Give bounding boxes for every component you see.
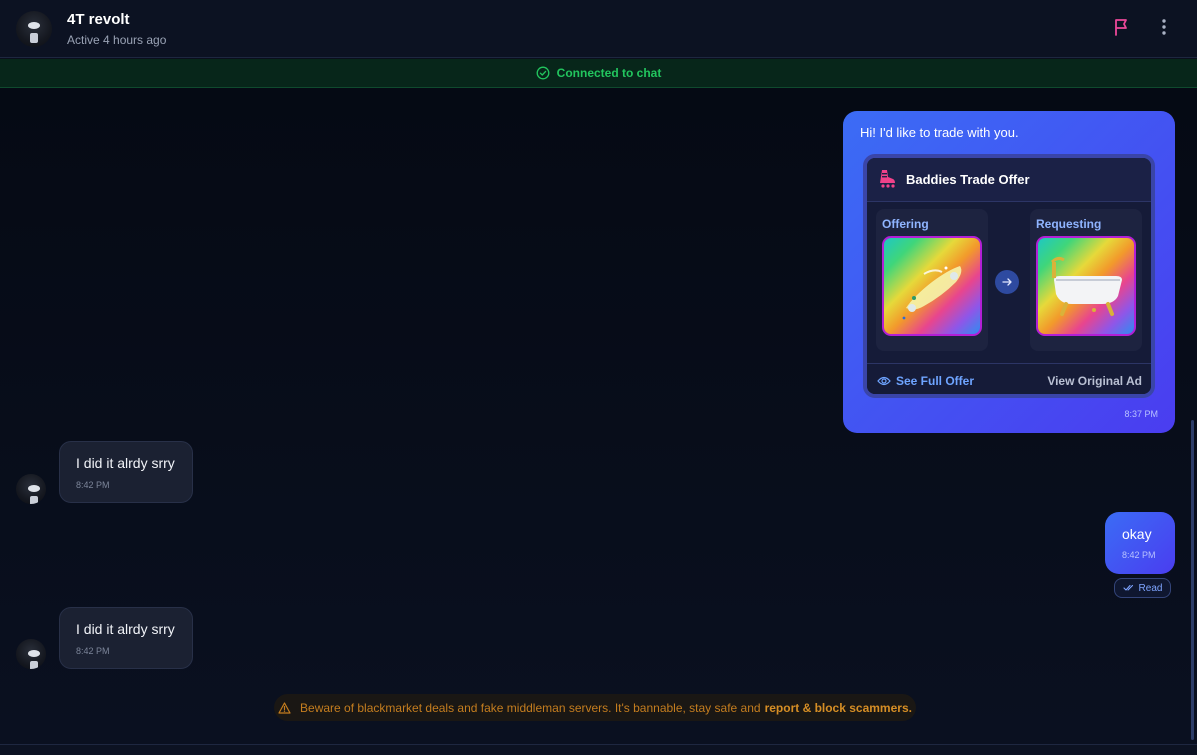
offering-panel: Offering	[876, 209, 988, 351]
trade-offer-footer: See Full Offer View Original Ad	[867, 363, 1151, 394]
message-time: 8:42 PM	[1122, 550, 1156, 560]
chat-header: 4T revolt Active 4 hours ago	[0, 0, 1197, 58]
view-original-ad-link[interactable]: View Original Ad	[1047, 374, 1142, 388]
trade-offer-title: Baddies Trade Offer	[906, 172, 1030, 187]
more-options-button[interactable]	[1154, 17, 1174, 37]
message-bubble-incoming: I did it alrdy srry 8:42 PM	[59, 607, 193, 669]
report-flag-button[interactable]	[1112, 17, 1132, 37]
trade-arrow	[995, 270, 1019, 294]
trade-offer-header: Baddies Trade Offer	[867, 158, 1151, 202]
skate-logo-icon	[880, 170, 895, 188]
contact-name[interactable]: 4T revolt	[67, 11, 130, 28]
flag-icon	[1115, 19, 1127, 36]
connection-status-text: Connected to chat	[556, 66, 662, 80]
scrollbar[interactable]	[1191, 420, 1194, 740]
message-time: 8:42 PM	[76, 646, 110, 656]
offering-label: Offering	[882, 217, 929, 231]
requesting-panel: Requesting	[1030, 209, 1142, 351]
message-bubble-incoming: I did it alrdy srry 8:42 PM	[59, 441, 193, 503]
bathtub-item-icon	[1050, 256, 1122, 316]
skateboard-item-icon	[902, 266, 962, 320]
message-bubble-outgoing: Hi! I'd like to trade with you. Baddies …	[843, 111, 1175, 433]
message-text: okay	[1122, 526, 1152, 542]
see-full-offer-link[interactable]: See Full Offer	[877, 374, 974, 388]
check-circle-icon	[536, 66, 550, 80]
message-time: 8:42 PM	[76, 480, 110, 490]
more-vertical-icon	[1162, 19, 1166, 35]
connection-status-bar: Connected to chat	[0, 59, 1197, 88]
report-block-link[interactable]: report & block scammers.	[765, 701, 912, 715]
sender-avatar[interactable]	[16, 639, 46, 669]
message-text: I did it alrdy srry	[76, 621, 175, 637]
offering-item-thumbnail[interactable]	[882, 236, 982, 336]
read-receipt-label: Read	[1138, 582, 1163, 594]
trade-offer-card[interactable]: Baddies Trade Offer Offering Requesting …	[863, 154, 1155, 398]
message-text: I did it alrdy srry	[76, 455, 175, 471]
contact-avatar[interactable]	[16, 11, 52, 47]
arrow-right-icon	[1002, 278, 1012, 286]
message-time: 8:37 PM	[1124, 409, 1158, 419]
message-text: Hi! I'd like to trade with you.	[860, 125, 1019, 140]
sender-avatar[interactable]	[16, 474, 46, 504]
warning-triangle-icon	[278, 701, 291, 714]
double-check-icon	[1122, 584, 1133, 591]
requesting-label: Requesting	[1036, 217, 1102, 231]
message-bubble-outgoing: okay 8:42 PM	[1105, 512, 1175, 574]
message-composer-edge	[0, 744, 1197, 755]
warning-text: Beware of blackmarket deals and fake mid…	[300, 700, 761, 715]
read-receipt-badge: Read	[1114, 578, 1171, 598]
requesting-item-thumbnail[interactable]	[1036, 236, 1136, 336]
contact-status: Active 4 hours ago	[67, 33, 167, 47]
scam-warning-banner: Beware of blackmarket deals and fake mid…	[274, 694, 916, 721]
eye-icon	[877, 376, 891, 386]
see-full-offer-label: See Full Offer	[896, 374, 975, 388]
